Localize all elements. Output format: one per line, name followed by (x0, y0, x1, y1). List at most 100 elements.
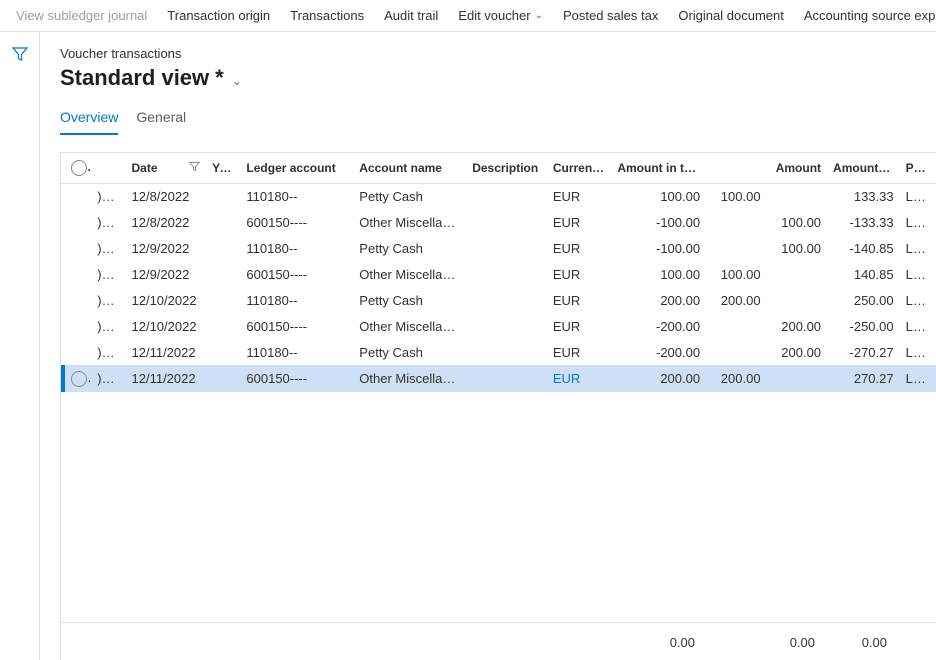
cell-voucher[interactable]: )062 (91, 287, 125, 313)
table-row[interactable]: )06112/9/2022110180--Petty CashEUR-100.0… (61, 235, 936, 261)
cell-amount-transaction[interactable]: 200.00 (611, 365, 706, 392)
cell-amount-reporting[interactable]: -140.85 (827, 235, 900, 261)
col-account-name[interactable]: Account name (353, 153, 466, 183)
cell-date[interactable]: 12/11/2022 (126, 339, 207, 365)
cell-amount[interactable]: 100.00 (767, 235, 827, 261)
cmd-edit-voucher[interactable]: Edit voucher ⌄ (448, 0, 553, 32)
cell-posting[interactable]: Ledg (900, 261, 936, 287)
table-row[interactable]: )06012/8/2022 600150----Other Miscellane.… (61, 209, 936, 235)
cell-currency[interactable]: EUR (547, 365, 612, 392)
cell-voucher[interactable]: )062 (91, 313, 125, 339)
col-ledger-account[interactable]: Ledger account (240, 153, 353, 183)
cell-date[interactable]: 12/10/2022 (126, 287, 207, 313)
cell-ledger-account[interactable]: 600150---- (240, 209, 353, 235)
cell-col8[interactable]: 100.00 (706, 261, 766, 287)
cmd-transaction-origin[interactable]: Transaction origin (157, 0, 280, 32)
cmd-accounting-source-explorer[interactable]: Accounting source explorer (794, 0, 936, 32)
cell-year[interactable] (206, 209, 240, 235)
cell-posting[interactable]: Ledg (900, 365, 936, 392)
cell-currency[interactable]: EUR (547, 261, 612, 287)
cell-year[interactable] (206, 287, 240, 313)
cell-description[interactable] (466, 313, 547, 339)
cell-account-name[interactable]: Other Miscellane... (353, 365, 466, 392)
cell-amount[interactable] (767, 261, 827, 287)
cell-account-name[interactable]: Other Miscellane... (353, 261, 466, 287)
cell-col8[interactable] (706, 313, 766, 339)
cmd-original-document[interactable]: Original document (668, 0, 794, 32)
row-select[interactable] (65, 183, 91, 209)
col-blank[interactable] (706, 153, 766, 183)
cell-description[interactable] (466, 235, 547, 261)
col-select-all[interactable] (65, 153, 91, 183)
cell-description[interactable] (466, 183, 547, 209)
cell-year[interactable] (206, 365, 240, 392)
table-row[interactable]: )06012/8/2022110180--Petty CashEUR100.00… (61, 183, 936, 209)
cell-description[interactable] (466, 287, 547, 313)
col-amount-transaction[interactable]: Amount in tra... (611, 153, 706, 183)
cell-posting[interactable]: Ledg (900, 209, 936, 235)
cmd-transactions[interactable]: Transactions (280, 0, 374, 32)
cell-voucher[interactable]: )060 (91, 209, 125, 235)
row-checkbox[interactable] (71, 371, 87, 387)
cell-voucher[interactable]: )060 (91, 183, 125, 209)
cell-amount-reporting[interactable]: 250.00 (827, 287, 900, 313)
cell-col8[interactable] (706, 235, 766, 261)
cell-currency[interactable]: EUR (547, 287, 612, 313)
cell-voucher[interactable]: )061 (91, 235, 125, 261)
cmd-posted-sales-tax[interactable]: Posted sales tax (553, 0, 668, 32)
cell-currency[interactable]: EUR (547, 235, 612, 261)
cell-posting[interactable]: Ledg (900, 313, 936, 339)
cell-col8[interactable]: 200.00 (706, 365, 766, 392)
cell-date[interactable]: 12/8/2022 (126, 209, 207, 235)
tab-overview[interactable]: Overview (60, 109, 118, 135)
filter-icon[interactable] (12, 46, 28, 660)
cell-col8[interactable] (706, 209, 766, 235)
cell-posting[interactable]: Ledg (900, 339, 936, 365)
cell-date[interactable]: 12/10/2022 (126, 313, 207, 339)
cell-amount-reporting[interactable]: 133.33 (827, 183, 900, 209)
cell-account-name[interactable]: Petty Cash (353, 339, 466, 365)
cell-amount[interactable]: 200.00 (767, 313, 827, 339)
col-year[interactable]: Ye... (206, 153, 240, 183)
cell-amount-transaction[interactable]: -200.00 (611, 313, 706, 339)
cell-posting[interactable]: Ledg (900, 235, 936, 261)
cell-ledger-account[interactable]: 600150---- (240, 261, 353, 287)
cell-ledger-account[interactable]: 110180-- (240, 287, 353, 313)
cell-amount-transaction[interactable]: 200.00 (611, 287, 706, 313)
table-row[interactable]: )06312/11/2022110180--Petty CashEUR-200.… (61, 339, 936, 365)
cell-description[interactable] (466, 365, 547, 392)
cell-description[interactable] (466, 209, 547, 235)
cell-amount-reporting[interactable]: 140.85 (827, 261, 900, 287)
cell-posting[interactable]: Ledg (900, 287, 936, 313)
cell-year[interactable] (206, 313, 240, 339)
cell-ledger-account[interactable]: 600150---- (240, 313, 353, 339)
cell-col8[interactable]: 200.00 (706, 287, 766, 313)
cell-amount-transaction[interactable]: 100.00 (611, 183, 706, 209)
cell-year[interactable] (206, 339, 240, 365)
row-select[interactable] (65, 365, 91, 392)
cell-year[interactable] (206, 183, 240, 209)
cell-date[interactable]: 12/8/2022 (126, 183, 207, 209)
cell-ledger-account[interactable]: 110180-- (240, 235, 353, 261)
tab-general[interactable]: General (136, 109, 186, 135)
cell-year[interactable] (206, 261, 240, 287)
cell-currency[interactable]: EUR (547, 183, 612, 209)
col-date[interactable]: Date (126, 153, 207, 183)
cell-amount-reporting[interactable]: -250.00 (827, 313, 900, 339)
cell-voucher[interactable]: )063 (91, 339, 125, 365)
col-amount[interactable]: Amount (767, 153, 827, 183)
col-amount-reporting[interactable]: Amount in rep... (827, 153, 900, 183)
cell-currency[interactable]: EUR (547, 339, 612, 365)
cell-currency[interactable]: EUR (547, 209, 612, 235)
cell-account-name[interactable]: Other Miscellane... (353, 209, 466, 235)
cell-amount-reporting[interactable]: 270.27 (827, 365, 900, 392)
cell-amount[interactable] (767, 287, 827, 313)
cell-account-name[interactable]: Petty Cash (353, 235, 466, 261)
col-currency[interactable]: Currency (547, 153, 612, 183)
cell-account-name[interactable]: Petty Cash (353, 183, 466, 209)
view-selector-chevron-icon[interactable]: ⌄ (230, 74, 242, 88)
cell-voucher[interactable]: )063 (91, 365, 125, 392)
cell-description[interactable] (466, 261, 547, 287)
table-row[interactable]: )06112/9/2022600150----Other Miscellane.… (61, 261, 936, 287)
cell-amount-transaction[interactable]: 100.00 (611, 261, 706, 287)
